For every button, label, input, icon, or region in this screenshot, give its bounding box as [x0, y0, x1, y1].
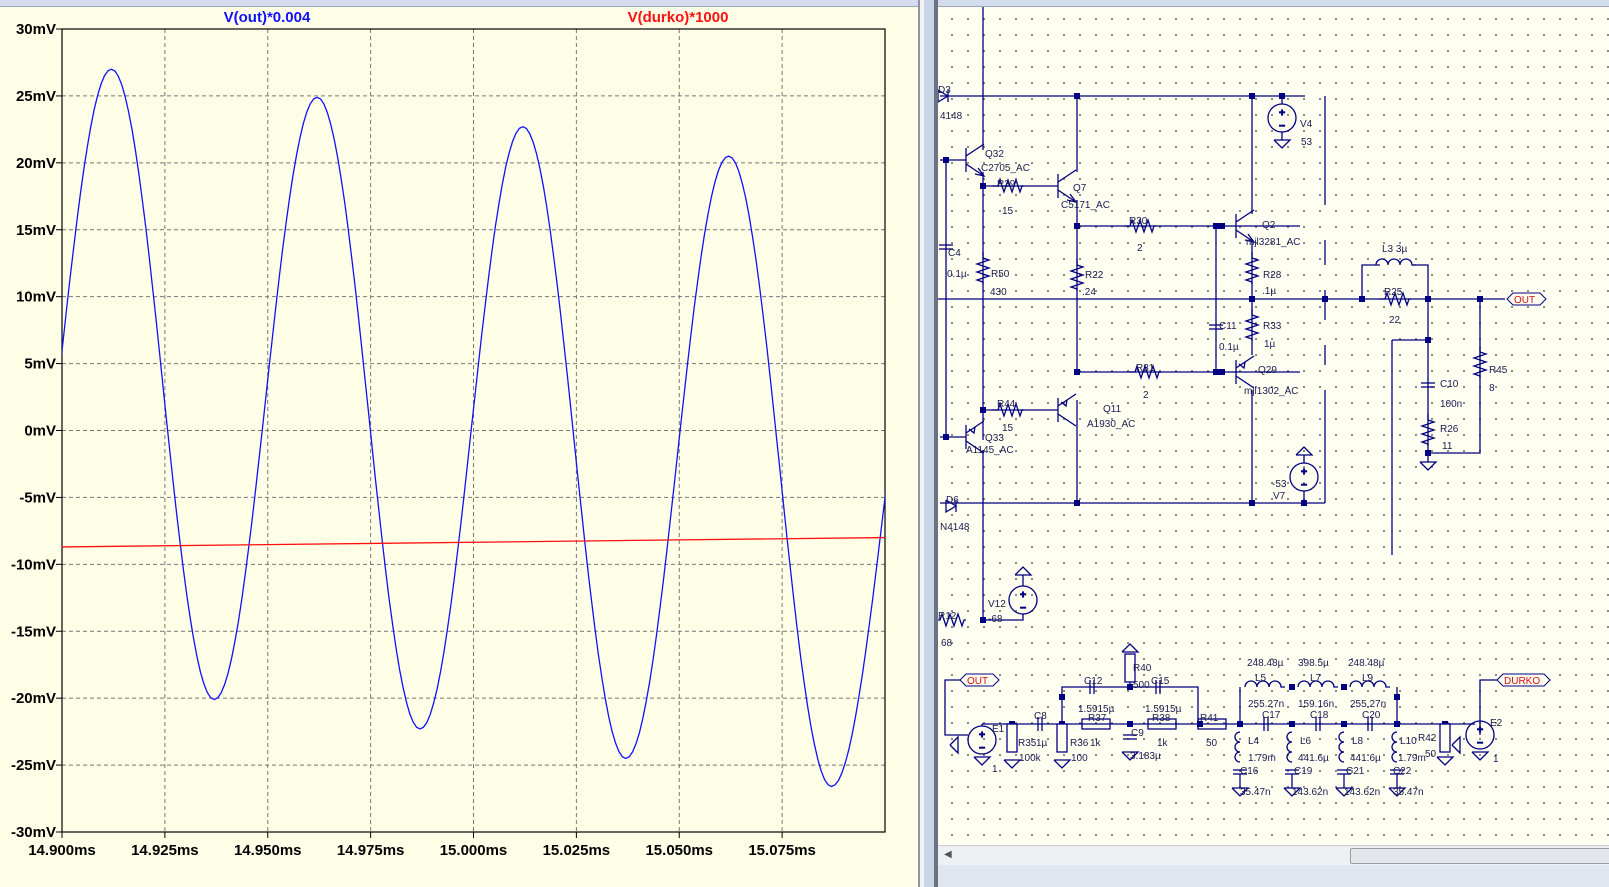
trace-label-vout[interactable]: V(out)*0.004 — [224, 9, 311, 26]
pane-splitter[interactable] — [918, 0, 938, 887]
x-tick-label: 15.075ms — [748, 842, 816, 859]
y-tick-label: -25mV — [11, 757, 56, 774]
y-axis-ticks: 30mV 25mV 20mV 15mV 10mV 5mV 0mV -5mV -10mV -15mV… — [11, 21, 62, 841]
schematic-editor-pane[interactable] — [938, 7, 1609, 845]
traces — [9, 68, 919, 788]
x-tick-label: 14.925ms — [131, 842, 199, 859]
y-tick-label: -30mV — [11, 824, 56, 841]
scrollbar-thumb[interactable] — [1350, 848, 1609, 864]
y-tick-label: -10mV — [11, 556, 56, 573]
trace-vdurko[interactable] — [62, 536, 885, 548]
y-tick-label: 5mV — [24, 356, 56, 373]
schematic-horizontal-scrollbar[interactable]: ◀ — [938, 845, 1609, 866]
y-tick-label: 30mV — [16, 21, 56, 38]
x-axis-ticks: 14.900ms 14.925ms 14.950ms 14.975ms 15.000ms… — [28, 832, 816, 859]
trace-vout[interactable] — [9, 68, 919, 788]
y-tick-label: -20mV — [11, 690, 56, 707]
y-tick-label: 20mV — [16, 155, 56, 172]
y-tick-label: 10mV — [16, 289, 56, 306]
waveform-plot[interactable]: 30mV 25mV 20mV 15mV 10mV 5mV 0mV -5mV -10mV -15mV… — [0, 0, 918, 887]
trace-label-vdurko[interactable]: V(durko)*1000 — [628, 9, 729, 26]
y-tick-label: 15mV — [16, 222, 56, 239]
x-tick-label: 14.900ms — [28, 842, 96, 859]
y-tick-label: 0mV — [24, 423, 56, 440]
y-tick-label: -5mV — [19, 489, 56, 506]
status-strip — [938, 865, 1609, 887]
scroll-left-arrow-icon[interactable]: ◀ — [944, 849, 952, 860]
x-tick-label: 15.050ms — [645, 842, 713, 859]
x-tick-label: 14.950ms — [234, 842, 302, 859]
x-tick-label: 15.000ms — [440, 842, 508, 859]
y-tick-label: 25mV — [16, 88, 56, 105]
plot-grid — [62, 29, 885, 832]
x-tick-label: 14.975ms — [337, 842, 405, 859]
x-tick-label: 15.025ms — [543, 842, 611, 859]
y-tick-label: -15mV — [11, 623, 56, 640]
